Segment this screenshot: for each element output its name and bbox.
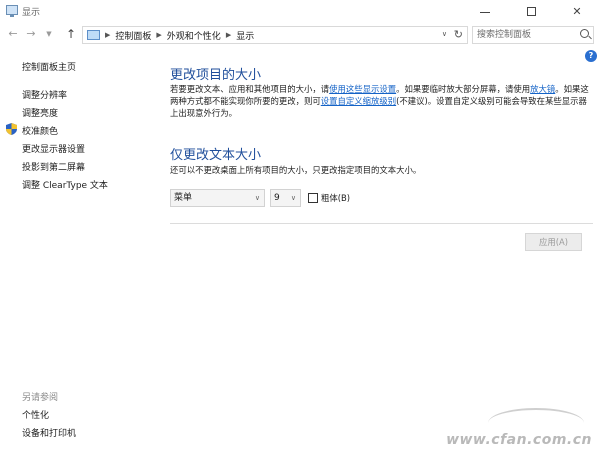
search-input[interactable] [473, 27, 577, 43]
sidebar: 控制面板主页 调整分辨率 调整亮度 校准颜色 更改显示器设置 投影到第二屏幕 调… [0, 46, 160, 452]
bold-label: 粗体(B) [321, 193, 351, 203]
text-size-description: 还可以不更改桌面上所有项目的大小，只更改指定项目的文本大小。 [170, 165, 422, 175]
font-size-value: 9 [274, 193, 280, 203]
breadcrumb-separator-icon[interactable]: ▶ [226, 31, 231, 39]
bold-checkbox[interactable] [308, 193, 318, 203]
sidebar-item-project-second-screen[interactable]: 投影到第二屏幕 [22, 160, 85, 173]
bold-option[interactable]: 粗体(B) [308, 192, 350, 204]
para-text: 若要更改文本、应用和其他项目的大小，请 [170, 84, 330, 94]
maximize-button[interactable] [508, 0, 554, 22]
title-bar: 显示 ✕ [0, 0, 600, 22]
apply-button[interactable]: 应用(A) [525, 233, 582, 251]
watermark: www.cfan.com.cn [446, 404, 592, 448]
address-bar[interactable]: ▶ 控制面板 ▶ 外观和个性化 ▶ 显示 ∨ ↻ [82, 26, 468, 44]
divider [170, 223, 593, 224]
breadcrumb-appearance[interactable]: 外观和个性化 [167, 29, 221, 42]
breadcrumb-separator-icon[interactable]: ▶ [156, 31, 161, 39]
sidebar-home-link[interactable]: 控制面板主页 [22, 60, 76, 73]
font-size-select[interactable]: 9 ∨ [270, 189, 301, 207]
chevron-down-icon: ▼ [46, 30, 52, 38]
minimize-icon [480, 11, 490, 13]
breadcrumb-control-panel[interactable]: 控制面板 [115, 29, 151, 42]
item-select[interactable]: 菜单 ∨ [170, 189, 265, 207]
control-panel-icon [87, 30, 100, 40]
minimize-button[interactable] [462, 0, 508, 22]
page-title: 更改项目的大小 [170, 68, 262, 83]
sidebar-item-resolution[interactable]: 调整分辨率 [22, 88, 67, 101]
chevron-down-icon: ∨ [254, 194, 260, 202]
refresh-icon[interactable]: ↻ [454, 28, 463, 41]
chevron-down-icon: ∨ [290, 194, 296, 202]
see-also-devices-printers[interactable]: 设备和打印机 [22, 426, 76, 439]
text-size-heading: 仅更改文本大小 [170, 148, 262, 163]
sidebar-item-cleartype[interactable]: 调整 ClearType 文本 [22, 178, 108, 191]
size-description: 若要更改文本、应用和其他项目的大小，请使用这些显示设置。如果要临时放大部分屏幕，… [170, 83, 590, 119]
up-button[interactable]: ↑ [64, 26, 78, 42]
display-settings-link[interactable]: 使用这些显示设置 [329, 84, 396, 94]
search-icon[interactable] [580, 29, 589, 38]
address-dropdown-icon[interactable]: ∨ [442, 30, 447, 38]
magnifier-link[interactable]: 放大镜 [530, 84, 555, 94]
sidebar-item-calibrate-color[interactable]: 校准颜色 [22, 124, 58, 137]
breadcrumb-separator-icon[interactable]: ▶ [105, 31, 110, 39]
window-title: 显示 [22, 8, 41, 18]
close-icon: ✕ [572, 4, 582, 18]
uac-shield-icon [6, 123, 17, 135]
watermark-text: www.cfan.com.cn [446, 432, 592, 448]
arrow-up-icon: ↑ [65, 27, 77, 41]
sidebar-item-display-settings[interactable]: 更改显示器设置 [22, 142, 85, 155]
maximize-icon [526, 6, 536, 16]
search-box[interactable] [472, 26, 594, 44]
help-icon[interactable]: ? [585, 50, 597, 62]
recent-locations-button[interactable]: ▼ [42, 26, 56, 42]
display-app-icon [6, 5, 18, 17]
see-also-personalization[interactable]: 个性化 [22, 408, 49, 421]
close-button[interactable]: ✕ [554, 0, 600, 22]
arrow-right-icon: → [26, 27, 36, 40]
para-text: 。如果要临时放大部分屏幕，请使用 [396, 84, 531, 94]
custom-scaling-link[interactable]: 设置自定义缩放级别 [321, 96, 396, 106]
back-button[interactable]: ← [6, 26, 20, 42]
forward-button[interactable]: → [24, 26, 38, 42]
arrow-left-icon: ← [8, 27, 18, 40]
breadcrumb-display[interactable]: 显示 [236, 29, 254, 42]
navigation-bar: ← → ▼ ↑ ▶ 控制面板 ▶ 外观和个性化 ▶ 显示 ∨ ↻ [0, 24, 600, 46]
see-also-label: 另请参阅 [22, 393, 59, 403]
sidebar-item-brightness[interactable]: 调整亮度 [22, 106, 58, 119]
item-select-value: 菜单 [174, 193, 193, 203]
